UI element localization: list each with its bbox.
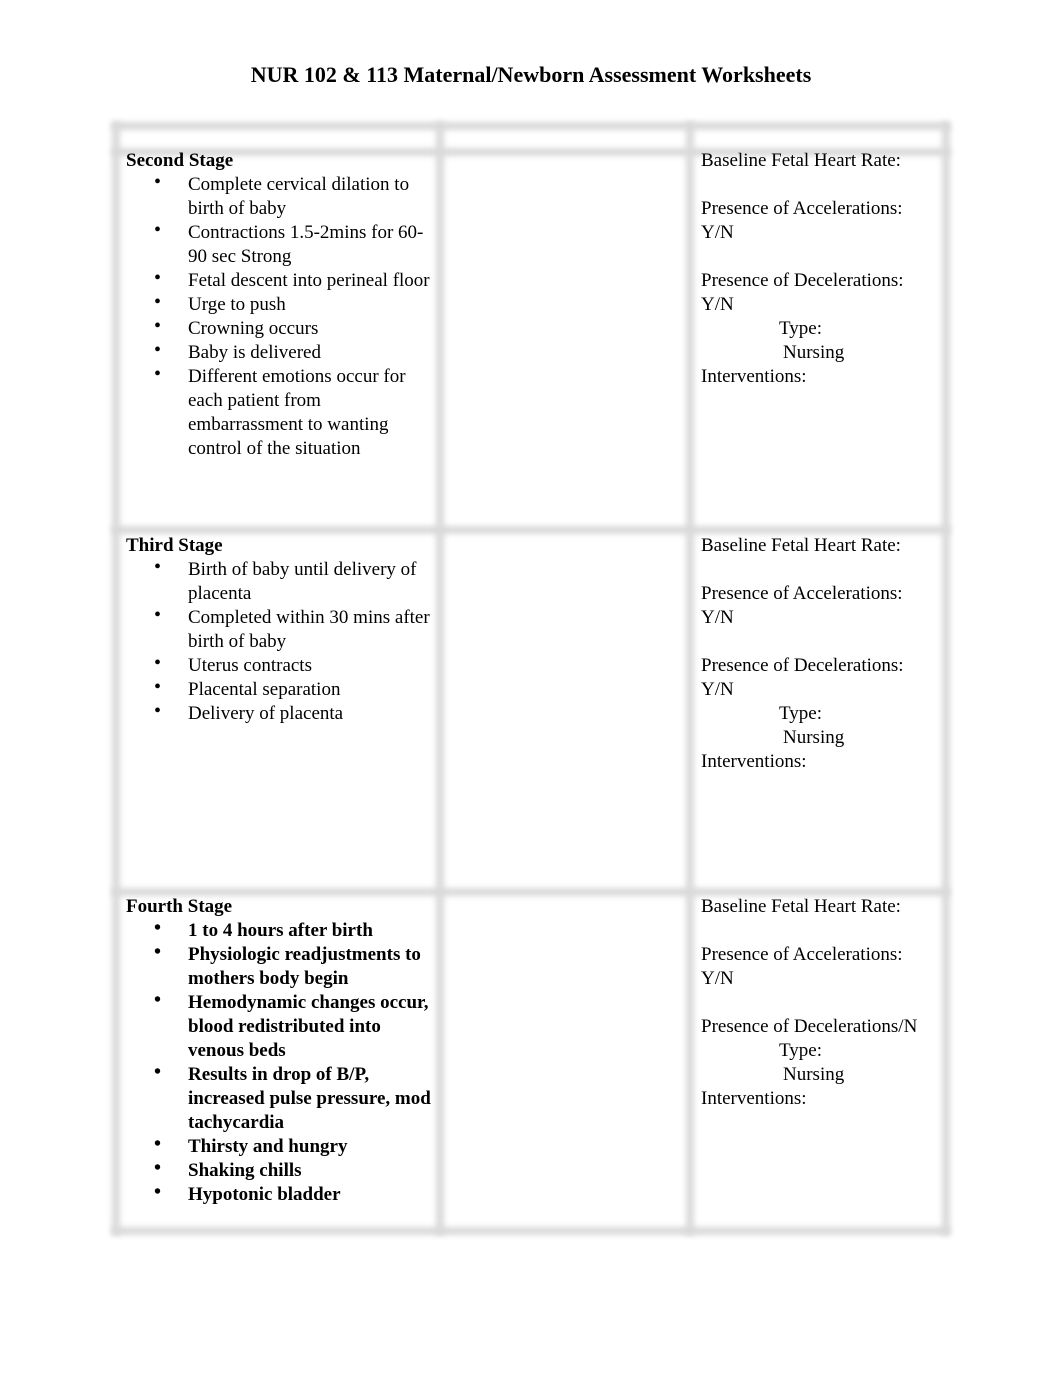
interventions-label: Interventions: bbox=[701, 751, 807, 772]
list-item: • Contractions 1.5-2mins for 60-90 sec St… bbox=[154, 219, 424, 267]
bullet-icon: • bbox=[154, 315, 162, 337]
list-item: • 1 to 4 hours after birth bbox=[154, 917, 373, 941]
stage-title: Fourth Stage bbox=[126, 896, 233, 917]
bullet-icon: • bbox=[154, 700, 162, 722]
decelerations-label: Presence of Decelerations: bbox=[701, 270, 904, 291]
accelerations-yn: Y/N bbox=[701, 222, 734, 243]
list-item: • Placental separation bbox=[154, 676, 341, 700]
bullet-icon: • bbox=[154, 652, 162, 674]
table-border-top bbox=[112, 122, 950, 130]
table-border-bottom bbox=[112, 1227, 950, 1235]
list-item: • Complete cervical dilation to birth of … bbox=[154, 171, 410, 219]
baseline-fhr-label: Baseline Fetal Heart Rate: bbox=[701, 896, 901, 917]
nursing-label: Nursing bbox=[783, 1064, 845, 1085]
list-item: • Hemodynamic changes occur, blood redist… bbox=[154, 989, 429, 1061]
bullet-icon: • bbox=[154, 556, 162, 578]
bullet-icon: • bbox=[154, 989, 162, 1011]
stage-cell-fourth: Fourth Stage • 1 to 4 hours after birth •… bbox=[126, 895, 438, 1207]
list-item: • Completed within 30 mins after birth of… bbox=[154, 604, 430, 652]
notes-cell[interactable] bbox=[448, 534, 684, 884]
bullet-icon: • bbox=[154, 917, 162, 939]
list-item: • Delivery of placenta bbox=[154, 700, 344, 724]
accelerations-label: Presence of Accelerations: bbox=[701, 944, 903, 965]
column-divider bbox=[686, 122, 694, 1235]
baseline-fhr-label: Baseline Fetal Heart Rate: bbox=[701, 535, 901, 556]
interventions-label: Interventions: bbox=[701, 366, 807, 387]
bullet-icon: • bbox=[154, 676, 162, 698]
list-item: • Fetal descent into perineal floor bbox=[154, 267, 430, 291]
fetal-assessment-cell: Baseline Fetal Heart Rate: Presence of A… bbox=[701, 534, 946, 774]
bullet-icon: • bbox=[154, 1133, 162, 1155]
list-item: • Urge to push bbox=[154, 291, 286, 315]
fetal-assessment-cell: Baseline Fetal Heart Rate: Presence of A… bbox=[701, 895, 946, 1111]
decelerations-yn: Y/N bbox=[701, 294, 734, 315]
interventions-label: Interventions: bbox=[701, 1088, 807, 1109]
document-title: NUR 102 & 113 Maternal/Newborn Assessmen… bbox=[250, 62, 812, 87]
stage-item-list: • 1 to 4 hours after birth • Physiologic r… bbox=[126, 917, 438, 1207]
list-item: • Shaking chills bbox=[154, 1157, 302, 1181]
bullet-icon: • bbox=[154, 941, 162, 963]
type-label: Type: bbox=[779, 1040, 822, 1061]
list-item: • Uterus contracts bbox=[154, 652, 312, 676]
accelerations-label: Presence of Accelerations: bbox=[701, 198, 903, 219]
baseline-fhr-label: Baseline Fetal Heart Rate: bbox=[701, 150, 901, 171]
list-item: • Crowning occurs bbox=[154, 315, 319, 339]
bullet-icon: • bbox=[154, 1061, 162, 1083]
table-border-left bbox=[112, 122, 120, 1235]
bullet-icon: • bbox=[154, 291, 162, 313]
accelerations-yn: Y/N bbox=[701, 607, 734, 628]
list-item: • Hypotonic bladder bbox=[154, 1181, 341, 1205]
accelerations-label: Presence of Accelerations: bbox=[701, 583, 903, 604]
type-label: Type: bbox=[779, 318, 822, 339]
list-item: • Different emotions occur for each patie… bbox=[154, 363, 406, 459]
assessment-table: Second Stage • Complete cervical dilation… bbox=[112, 122, 950, 1235]
stage-title: Third Stage bbox=[126, 535, 223, 556]
type-label: Type: bbox=[779, 703, 822, 724]
nursing-label: Nursing bbox=[783, 342, 845, 363]
decelerations-label: Presence of Decelerations: bbox=[701, 655, 904, 676]
list-item: • Results in drop of B/P, increased pulse… bbox=[154, 1061, 431, 1133]
nursing-label: Nursing bbox=[783, 727, 845, 748]
stage-cell-second: Second Stage • Complete cervical dilation… bbox=[126, 149, 438, 461]
stage-item-list: • Complete cervical dilation to birth of … bbox=[126, 171, 438, 461]
bullet-icon: • bbox=[154, 363, 162, 385]
accelerations-yn: Y/N bbox=[701, 968, 734, 989]
row-divider bbox=[112, 526, 950, 534]
stage-item-list: • Birth of baby until delivery of placent… bbox=[126, 556, 438, 726]
bullet-icon: • bbox=[154, 171, 162, 193]
list-item: • Thirsty and hungry bbox=[154, 1133, 348, 1157]
bullet-icon: • bbox=[154, 267, 162, 289]
list-item: • Birth of baby until delivery of placent… bbox=[154, 556, 417, 604]
list-item: • Baby is delivered bbox=[154, 339, 321, 363]
fetal-assessment-cell: Baseline Fetal Heart Rate: Presence of A… bbox=[701, 149, 946, 389]
notes-cell[interactable] bbox=[448, 149, 684, 519]
decelerations-label: Presence of Decelerations/N bbox=[701, 1016, 918, 1037]
bullet-icon: • bbox=[154, 604, 162, 626]
list-item: • Physiologic readjustments to mothers bo… bbox=[154, 941, 421, 989]
bullet-icon: • bbox=[154, 219, 162, 241]
stage-title: Second Stage bbox=[126, 150, 234, 171]
decelerations-yn: Y/N bbox=[701, 679, 734, 700]
notes-cell[interactable] bbox=[448, 895, 684, 1225]
bullet-icon: • bbox=[154, 1157, 162, 1179]
bullet-icon: • bbox=[154, 1181, 162, 1203]
stage-cell-third: Third Stage • Birth of baby until deliver… bbox=[126, 534, 438, 726]
bullet-icon: • bbox=[154, 339, 162, 361]
